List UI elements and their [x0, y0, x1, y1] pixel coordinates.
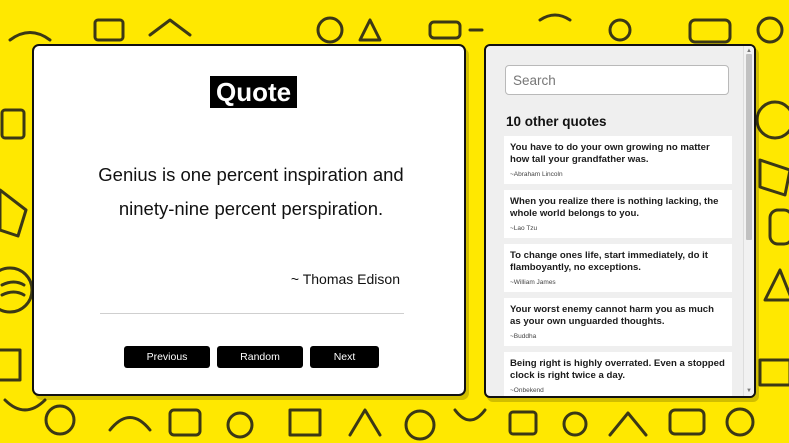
scrollbar-thumb[interactable]: [746, 54, 752, 240]
list-item-text: When you realize there is nothing lackin…: [510, 196, 719, 219]
list-item-text: Being right is highly overrated. Even a …: [510, 358, 725, 381]
random-quote-button[interactable]: Random quote: [217, 346, 303, 385]
other-quotes-heading: 10 other quotes: [506, 114, 607, 129]
quote-card: Quote Genius is one percent inspiration …: [32, 44, 466, 396]
previous-quote-button[interactable]: Previous quote: [124, 346, 210, 385]
divider: [100, 313, 404, 314]
list-item[interactable]: You have to do your own growing no matte…: [504, 136, 732, 184]
list-item-text: You have to do your own growing no matte…: [510, 142, 710, 165]
list-item[interactable]: Your worst enemy cannot harm you as much…: [504, 298, 732, 346]
list-item-author: ~William James: [510, 279, 556, 286]
quote-list: You have to do your own growing no matte…: [504, 136, 732, 396]
list-item-text: To change ones life, start immediately, …: [510, 250, 708, 273]
list-item-author: ~Abraham Lincoln: [510, 171, 563, 178]
search-input[interactable]: [505, 65, 729, 95]
list-item[interactable]: Being right is highly overrated. Even a …: [504, 352, 732, 396]
list-item-author: ~Buddha: [510, 333, 537, 340]
quote-text: Genius is one percent inspiration and ni…: [98, 164, 404, 219]
list-item[interactable]: When you realize there is nothing lackin…: [504, 190, 732, 238]
quote-title: Quote: [210, 76, 298, 108]
list-item-author: ~Lao Tzu: [510, 225, 538, 232]
scrollbar[interactable]: ▲ ▼: [743, 46, 754, 396]
scroll-down-arrow-icon[interactable]: ▼: [745, 387, 753, 395]
next-quote-button[interactable]: Next quote: [310, 346, 379, 385]
list-item[interactable]: To change ones life, start immediately, …: [504, 244, 732, 292]
list-item-author: ~Onbekend: [510, 387, 544, 394]
quote-author: ~ Thomas Edison: [290, 271, 400, 287]
list-item-text: Your worst enemy cannot harm you as much…: [510, 304, 715, 327]
other-quotes-panel: 10 other quotes You have to do your own …: [484, 44, 756, 398]
